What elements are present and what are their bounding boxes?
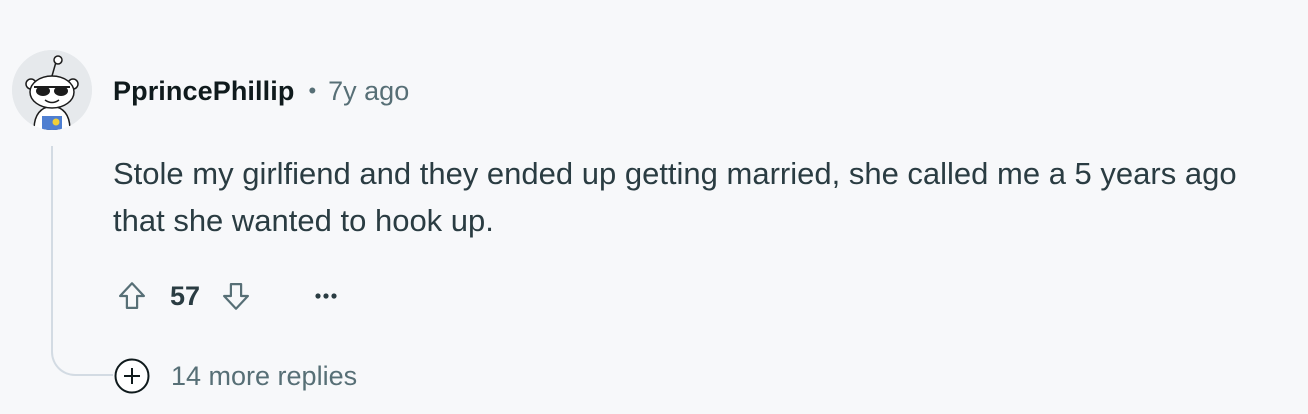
upvote-button[interactable] [110,274,154,318]
snoo-avatar-icon [12,50,92,130]
username-link[interactable]: PprincePhillip [113,76,294,107]
separator-dot: • [308,78,317,103]
vote-score: 57 [170,280,201,311]
comment-actions: 57 [110,274,348,318]
arrow-down-icon [223,282,250,310]
comment-meta: PprincePhillip • 7y ago [113,70,409,112]
downvote-button[interactable] [214,274,258,318]
ellipsis-icon [315,293,337,299]
more-replies-button[interactable]: 14 more replies [113,356,357,396]
more-replies-label: 14 more replies [171,360,358,391]
avatar[interactable] [12,50,92,130]
more-options-button[interactable] [304,274,348,318]
comment-body: Stole my girlfiend and they ended up get… [113,156,1237,238]
plus-circle-icon [113,357,151,395]
arrow-up-icon [118,282,146,310]
timestamp[interactable]: 7y ago [328,76,409,107]
thread-line[interactable] [51,146,113,376]
